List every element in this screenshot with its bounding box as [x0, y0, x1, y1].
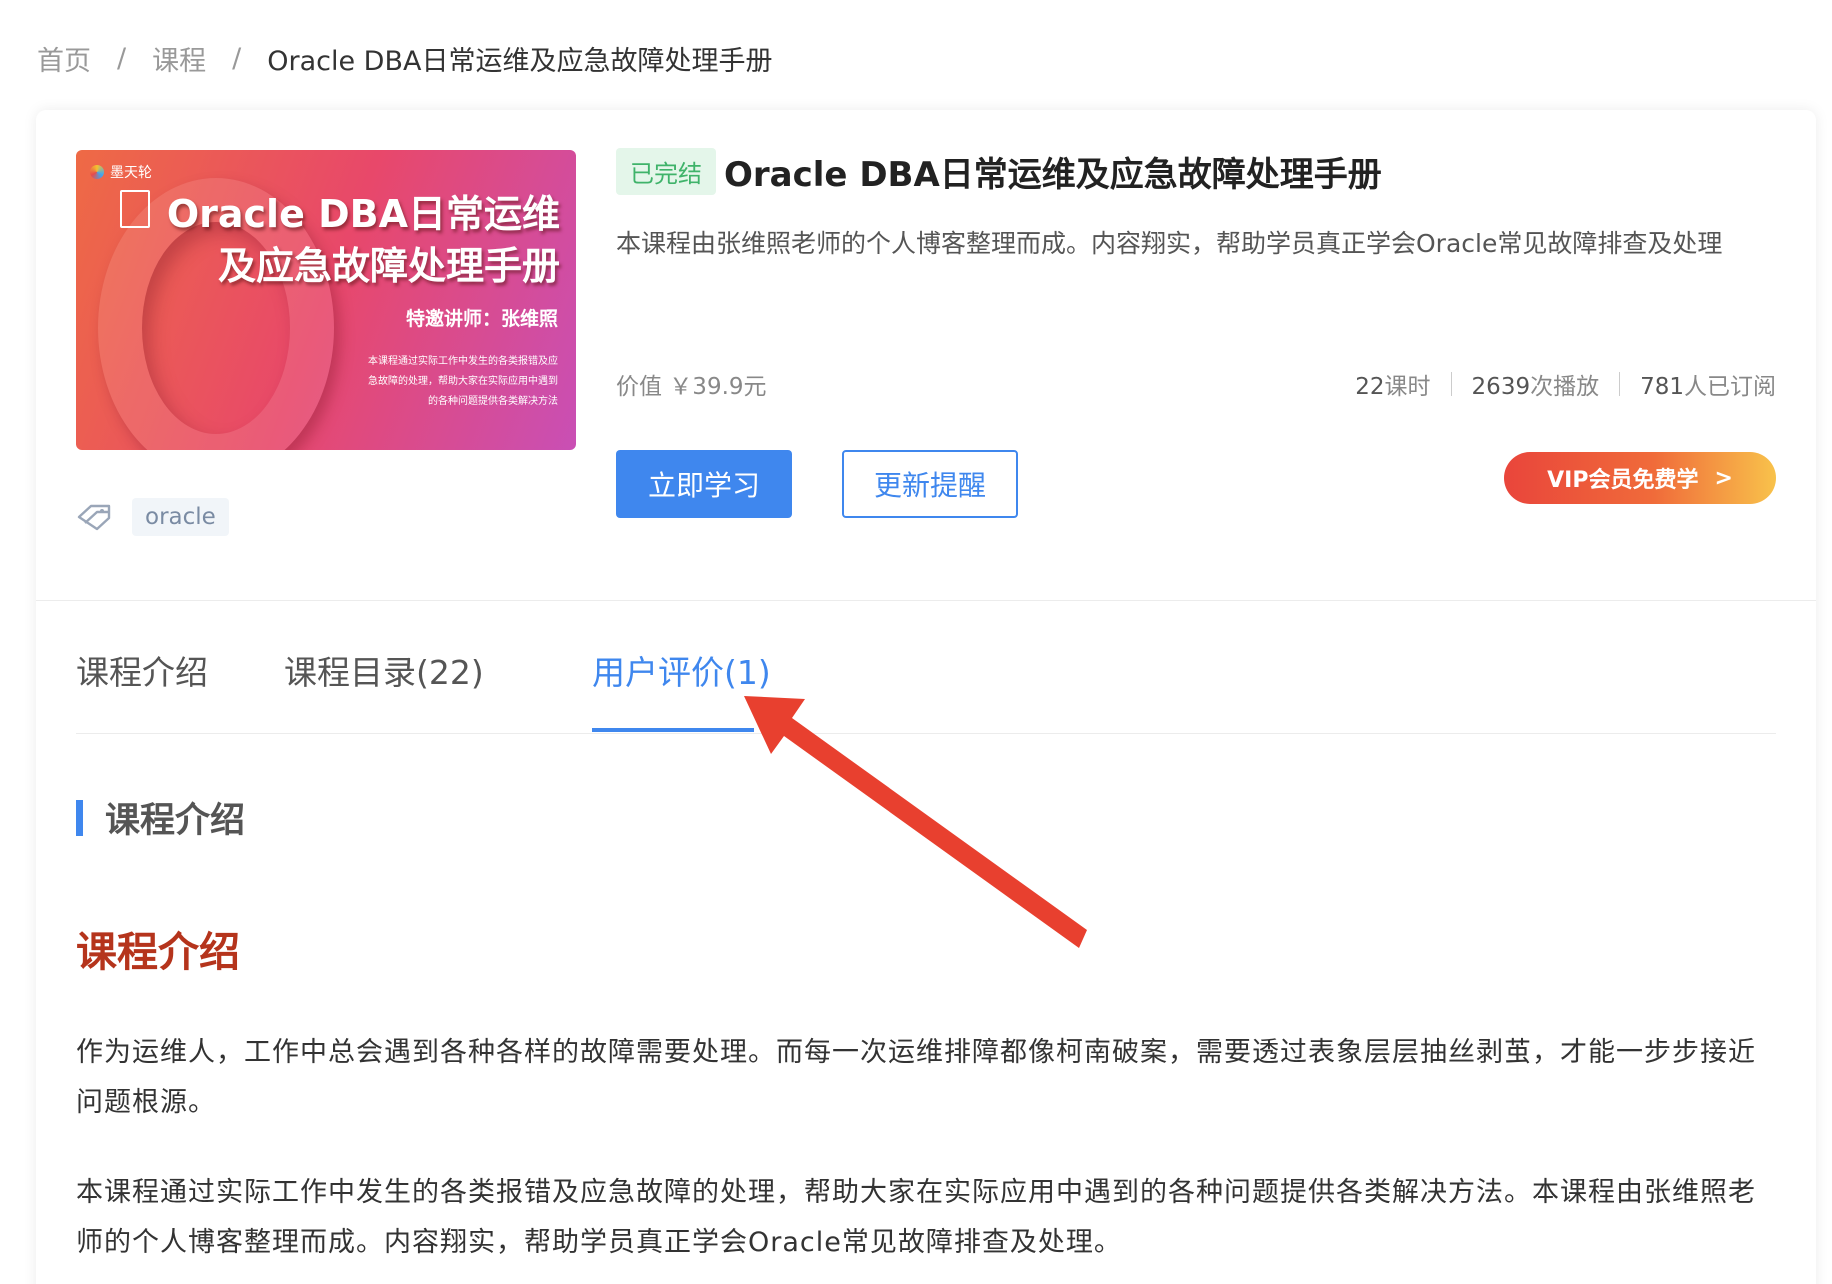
- stat-subscribers: 781人已订阅: [1640, 367, 1776, 401]
- cover-desc-line3: 的各种问题提供各类解决方法: [428, 396, 558, 407]
- stat-lessons-unit: 课时: [1384, 374, 1431, 400]
- intro-heading: 课程介绍: [76, 928, 240, 976]
- breadcrumb-separator: /: [232, 42, 242, 74]
- breadcrumb-separator: /: [117, 42, 127, 74]
- cover-title-line2: 及应急故障处理手册: [217, 244, 560, 288]
- breadcrumb-home[interactable]: 首页: [37, 39, 91, 78]
- update-reminder-button[interactable]: 更新提醒: [842, 450, 1018, 518]
- title-row: 已完结 Oracle DBA日常运维及应急故障处理手册: [616, 146, 1776, 196]
- stat-plays: 2639次播放: [1472, 367, 1600, 401]
- brand-logo-icon: 墨天轮: [90, 162, 152, 182]
- cover-desc-line1: 本课程通过实际工作中发生的各类报错及应: [368, 356, 558, 367]
- stat-divider: [1619, 372, 1621, 396]
- breadcrumb-current: Oracle DBA日常运维及应急故障处理手册: [267, 45, 773, 77]
- breadcrumb-courses[interactable]: 课程: [152, 39, 206, 78]
- vip-button-label: VIP会员免费学: [1547, 468, 1699, 493]
- study-now-button[interactable]: 立即学习: [616, 450, 792, 518]
- stat-plays-unit: 次播放: [1530, 374, 1600, 400]
- stat-lessons: 22课时: [1355, 367, 1430, 401]
- cover-brand: 墨天轮: [110, 165, 152, 181]
- breadcrumb: 首页 / 课程 / Oracle DBA日常运维及应急故障处理手册: [37, 38, 772, 78]
- stat-lessons-number: 22: [1355, 374, 1385, 400]
- course-cover-image: 墨天轮 Oracle DBA日常运维 及应急故障处理手册 特邀讲师：张维照 本课…: [76, 150, 576, 450]
- active-tab-indicator: [592, 728, 754, 732]
- vip-free-study-button[interactable]: VIP会员免费学 >: [1504, 452, 1776, 504]
- cover-description: 本课程通过实际工作中发生的各类报错及应 急故障的处理，帮助大家在实际应用中遇到 …: [328, 352, 558, 412]
- tag-chip-oracle[interactable]: oracle: [132, 498, 229, 536]
- brand-logo-dot: [90, 165, 104, 179]
- course-title: Oracle DBA日常运维及应急故障处理手册: [724, 154, 1382, 195]
- section-header: 课程介绍: [76, 792, 245, 843]
- intro-paragraph-2: 本课程通过实际工作中发生的各类报错及应急故障的处理，帮助大家在实际应用中遇到的各…: [76, 1177, 1756, 1258]
- cover-title-line1: Oracle DBA日常运维: [166, 192, 560, 236]
- section-title: 课程介绍: [105, 801, 246, 841]
- cover-desc-line2: 急故障的处理，帮助大家在实际应用中遇到: [368, 376, 558, 387]
- course-card: 墨天轮 Oracle DBA日常运维 及应急故障处理手册 特邀讲师：张维照 本课…: [36, 110, 1816, 1284]
- section-accent-bar: [76, 799, 83, 836]
- course-description: 本课程由张维照老师的个人博客整理而成。内容翔实，帮助学员真正学会Oracle常见…: [616, 229, 1723, 258]
- stat-divider: [1450, 372, 1452, 396]
- status-badge: 已完结: [616, 147, 716, 195]
- section-divider: [36, 600, 1816, 601]
- tag-icon: [77, 504, 111, 531]
- tag-row: oracle: [76, 498, 229, 536]
- intro-paragraph-1: 作为运维人，工作中总会遇到各种各样的故障需要处理。而每一次运维排障都像柯南破案，…: [76, 1037, 1756, 1118]
- chevron-right-icon: >: [1714, 465, 1733, 491]
- course-info: 已完结 Oracle DBA日常运维及应急故障处理手册 本课程由张维照老师的个人…: [616, 146, 1776, 518]
- action-buttons: 立即学习 更新提醒 VIP会员免费学 >: [616, 450, 1776, 520]
- course-stats: 22课时 2639次播放 781人已订阅: [1355, 367, 1776, 401]
- cover-title: Oracle DBA日常运维 及应急故障处理手册: [120, 188, 560, 292]
- meta-row: 价值 ￥39.9元 22课时 2639次播放 781人已订阅: [616, 364, 1776, 404]
- stat-plays-number: 2639: [1471, 374, 1531, 400]
- tab-course-catalog[interactable]: 课程目录(22): [284, 646, 484, 694]
- stat-subscribers-unit: 人已订阅: [1684, 374, 1776, 400]
- course-price: 价值 ￥39.9元: [616, 374, 767, 400]
- course-tabs: 课程介绍 课程目录(22) 用户评价(1): [76, 606, 1776, 734]
- cover-lecturer: 特邀讲师：张维照: [405, 308, 558, 330]
- stat-subscribers-number: 781: [1640, 374, 1684, 400]
- tab-course-intro[interactable]: 课程介绍: [76, 646, 208, 694]
- tab-user-reviews[interactable]: 用户评价(1): [592, 646, 771, 694]
